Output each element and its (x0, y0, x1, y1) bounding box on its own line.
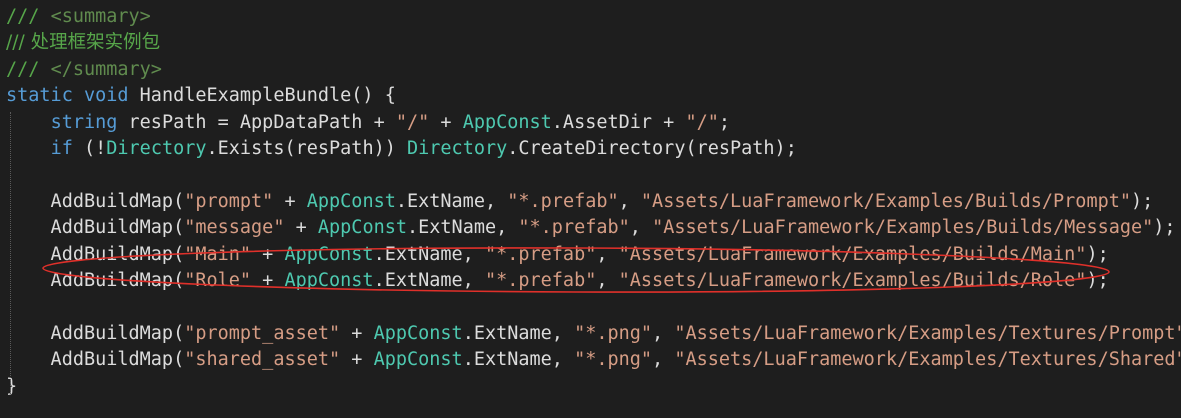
code-token-plain: AddBuildMap( (6, 190, 185, 212)
code-token-string: "Assets/LuaFramework/Examples/Textures/P… (674, 322, 1181, 344)
code-line[interactable]: AddBuildMap("Role" + AppConst.ExtName, "… (6, 268, 1181, 294)
code-token-xmldoc: </summary> (50, 58, 162, 80)
code-line[interactable]: /// </summary> (6, 57, 1181, 83)
code-token-string: "*.prefab" (507, 190, 619, 212)
code-token-plain: + (429, 111, 463, 133)
code-line[interactable]: AddBuildMap("prompt" + AppConst.ExtName,… (6, 189, 1181, 215)
code-token-string: "Assets/LuaFramework/Examples/Textures/S… (674, 349, 1181, 371)
code-token-string: "*.png" (574, 349, 653, 371)
code-token-type: Directory (407, 138, 508, 159)
code-token-plain: .ExtName, (373, 243, 485, 265)
code-token-plain: .ExtName, (462, 322, 575, 344)
code-token-plain: AddBuildMap( (6, 217, 185, 239)
code-token-plain: AddBuildMap( (6, 349, 185, 371)
code-token-plain: .CreateDirectory(resPath); (507, 138, 797, 159)
code-token-plain: , (652, 322, 675, 344)
code-token-string: "Main" (184, 243, 252, 265)
code-token-string: "Assets/LuaFramework/Examples/Builds/Mai… (618, 243, 1087, 265)
code-token-string: "Assets/LuaFramework/Examples/Builds/Pro… (640, 190, 1131, 212)
code-token-plain: , (618, 190, 641, 212)
code-token-plain: .ExtName, (373, 270, 485, 291)
code-line[interactable]: if (!Directory.Exists(resPath)) Director… (6, 136, 1181, 162)
code-token-plain: .AssetDir + (551, 111, 686, 133)
code-token-string: "/" (685, 111, 719, 133)
code-token-string: "prompt" (184, 190, 274, 212)
code-token-type: Directory (106, 138, 207, 159)
code-token-plain: + (251, 243, 285, 265)
code-token-plain: + (251, 270, 285, 291)
code-token-plain: + (340, 322, 374, 344)
code-token-plain: , (596, 243, 619, 265)
code-token-plain: + (284, 217, 318, 239)
code-token-keyword: string (50, 111, 118, 133)
code-token-type: AppConst (373, 349, 463, 371)
code-token-plain: , (652, 349, 675, 371)
indent-guide (10, 112, 11, 394)
code-line[interactable]: /// <summary> (6, 4, 1181, 30)
code-token-type: AppConst (462, 111, 552, 133)
code-token-plain: ; (718, 111, 731, 133)
code-token-plain: AddBuildMap( (6, 322, 185, 344)
code-token-keyword: static (6, 85, 73, 107)
code-token-string: "shared_asset" (184, 349, 341, 371)
code-line[interactable] (6, 294, 1181, 320)
code-token-plain: ); (1131, 190, 1154, 212)
code-token-plain: , (596, 270, 619, 291)
code-token-plain: (! (72, 138, 107, 159)
code-token-string: "prompt_asset" (184, 322, 341, 344)
code-line[interactable]: AddBuildMap("Main" + AppConst.ExtName, "… (6, 242, 1181, 268)
code-line[interactable]: } (6, 374, 1181, 400)
code-token-string: "*.prefab" (484, 270, 597, 291)
code-token-string: "Assets/LuaFramework/Examples/Builds/Rol… (618, 270, 1087, 291)
code-token-comment: /// (6, 58, 51, 80)
code-token-keyword: void (83, 85, 129, 107)
code-line[interactable]: AddBuildMap("shared_asset" + AppConst.Ex… (6, 347, 1181, 373)
code-token-plain: AddBuildMap( (6, 243, 185, 265)
code-line[interactable] (6, 162, 1181, 188)
code-token-plain: + (273, 190, 307, 212)
code-token-plain: + (340, 349, 374, 371)
code-token-string: "Role" (184, 270, 252, 291)
code-token-plain: .Exists(resPath)) (206, 138, 407, 159)
code-token-type: AppConst (373, 322, 463, 344)
code-token-plain: ); (1086, 243, 1109, 265)
code-token-type: AppConst (284, 243, 374, 265)
code-token-string: "Assets/LuaFramework/Examples/Builds/Mes… (652, 217, 1154, 239)
code-token-plain: resPath = AppDataPath + (117, 111, 396, 133)
code-line[interactable]: static void HandleExampleBundle() { (6, 83, 1181, 109)
code-token-string: "*.prefab" (518, 217, 630, 239)
code-token-string: "message" (184, 217, 285, 239)
code-token-plain: .ExtName, (462, 349, 575, 371)
code-token-plain: ); (1086, 270, 1109, 291)
code-token-plain: HandleExampleBundle() { (128, 85, 396, 107)
code-token-plain: ); (1153, 217, 1176, 239)
code-line[interactable]: AddBuildMap("prompt_asset" + AppConst.Ex… (6, 321, 1181, 347)
code-token-xmldoc: <summary> (50, 6, 151, 27)
code-token-keyword: if (50, 138, 73, 159)
code-token-plain: .ExtName, (407, 217, 519, 239)
code-token-string: "/" (395, 111, 430, 133)
code-token-string: "*.png" (574, 322, 653, 344)
code-line[interactable]: /// 处理框架实例包 (6, 30, 1181, 56)
code-token-plain: .ExtName, (395, 190, 508, 212)
code-token-string: "*.prefab" (484, 243, 597, 265)
code-token-plain: } (6, 375, 18, 397)
code-line[interactable]: string resPath = AppDataPath + "/" + App… (6, 110, 1181, 136)
code-token-type: AppConst (306, 190, 396, 212)
code-token-type: AppConst (284, 270, 374, 291)
code-editor[interactable]: /// <summary>/// 处理框架实例包/// </summary> st… (0, 0, 1181, 418)
code-token-comment: /// 处理框架实例包 (6, 32, 161, 54)
code-token-type: AppConst (317, 217, 407, 239)
code-token-plain: , (629, 217, 653, 239)
code-token-comment: /// (6, 6, 51, 27)
code-line[interactable]: AddBuildMap("message" + AppConst.ExtName… (6, 215, 1181, 241)
code-token-plain: AddBuildMap( (6, 270, 185, 291)
